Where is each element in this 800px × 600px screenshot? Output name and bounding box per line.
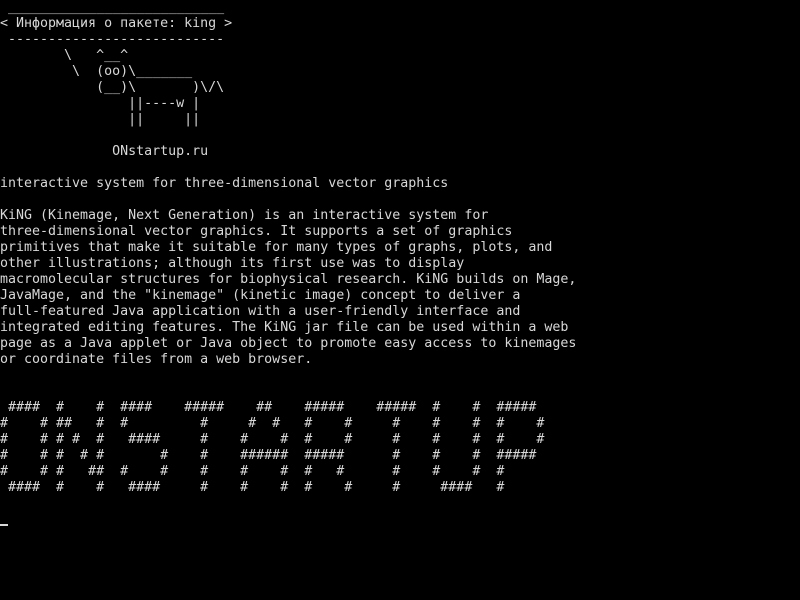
cowsay-line: < Информация о пакете: king > <box>0 16 233 31</box>
terminal-screen[interactable]: ___________________________ < Информация… <box>0 0 800 600</box>
description-line: three-dimensional vector graphics. It su… <box>0 224 513 239</box>
package-description: KiNG (Kinemage, Next Generation) is an i… <box>0 208 576 368</box>
banner-line: # # ## # # # # # # # # # # # # <box>0 416 545 431</box>
cowsay-line: ||----w | <box>0 96 201 111</box>
description-line: full-featured Java application with a us… <box>0 304 521 319</box>
banner-line: #### # # #### ##### ## ##### ##### # # #… <box>0 400 537 415</box>
cowsay-line: \ ^__^ <box>0 48 129 63</box>
cowsay-line: || || <box>0 112 201 127</box>
description-line: other illustrations; although its first … <box>0 256 465 271</box>
description-line: page as a Java applet or Java object to … <box>0 336 577 351</box>
description-line: integrated editing features. The KiNG ja… <box>0 320 569 335</box>
cowsay-line: ___________________________ <box>0 0 225 15</box>
onstartup-banner: #### # # #### ##### ## ##### ##### # # #… <box>0 400 544 496</box>
description-line: or coordinate files from a web browser. <box>0 352 313 367</box>
banner-line: #### # # #### # # # # # # #### # <box>0 480 505 495</box>
description-line: KiNG (Kinemage, Next Generation) is an i… <box>0 208 489 223</box>
banner-line: # # # # # # # ###### ##### # # # ##### <box>0 448 537 463</box>
terminal-cursor <box>0 524 8 526</box>
package-summary: interactive system for three-dimensional… <box>0 176 449 191</box>
cowsay-line: (__)\ )\/\ <box>0 80 225 95</box>
cowsay-line: --------------------------- <box>0 32 225 47</box>
cowsay-line: ONstartup.ru <box>0 144 209 159</box>
banner-line: # # # # # #### # # # # # # # # # # <box>0 432 545 447</box>
banner-line: # # # ## # # # # # # # # # # # <box>0 464 505 479</box>
description-line: macromolecular structures for biophysica… <box>0 272 577 287</box>
cowsay-line: \ (oo)\_______ <box>0 64 193 79</box>
cowsay-art: ___________________________ < Информация… <box>0 0 232 160</box>
description-line: primitives that make it suitable for man… <box>0 240 553 255</box>
description-line: JavaMage, and the "kinemage" (kinetic im… <box>0 288 521 303</box>
